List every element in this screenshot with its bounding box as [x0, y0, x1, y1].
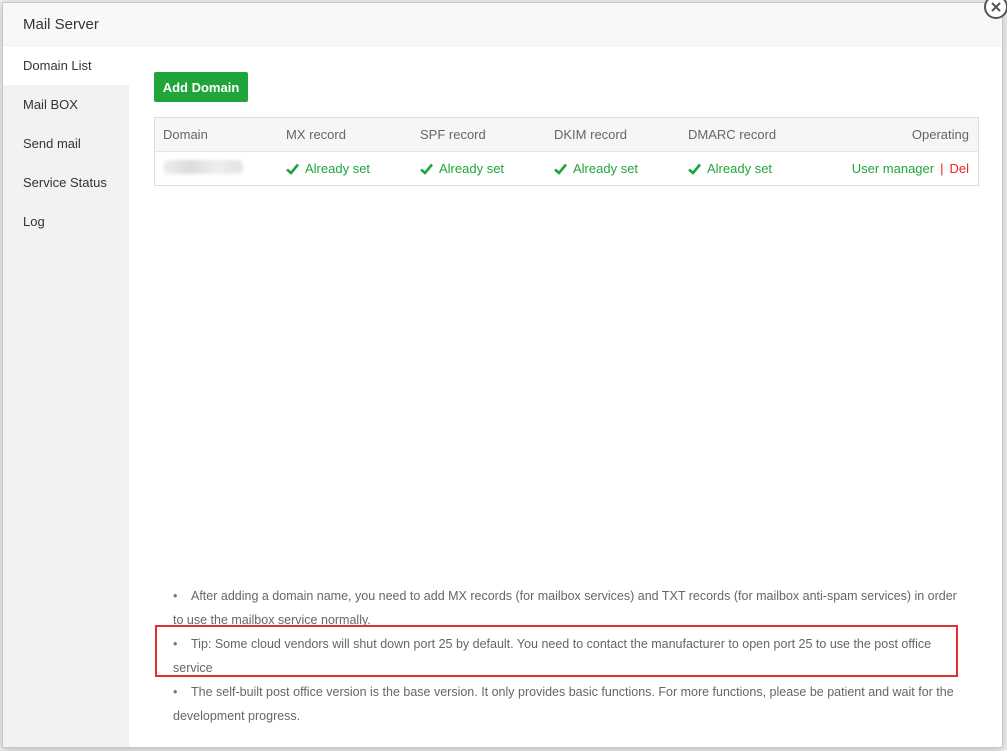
note-item-tip: • Tip: Some cloud vendors will shut down …: [173, 637, 932, 675]
main-content: Add Domain Domain MX record SPF record D…: [129, 46, 1002, 747]
note-text: The self-built post office version is th…: [173, 685, 954, 723]
check-icon: [286, 163, 299, 175]
dmarc-status[interactable]: Already set: [688, 161, 822, 176]
note-text: Tip: Some cloud vendors will shut down p…: [173, 637, 932, 675]
mail-server-dialog: Mail Server Domain List Mail BOX Send ma…: [2, 0, 1007, 748]
domain-table: Domain MX record SPF record DKIM record …: [154, 117, 979, 186]
dmarc-status-label: Already set: [707, 161, 773, 176]
header-domain: Domain: [163, 127, 208, 142]
dialog-title: Mail Server: [3, 3, 1002, 46]
note-item: • After adding a domain name, you need to…: [173, 589, 957, 627]
spf-status[interactable]: Already set: [420, 161, 554, 176]
sidebar: Domain List Mail BOX Send mail Service S…: [3, 46, 129, 747]
domain-cell: [155, 160, 286, 177]
check-icon: [420, 163, 433, 175]
operation-separator: |: [940, 161, 944, 176]
header-spf-record: SPF record: [420, 127, 486, 142]
sidebar-item-log[interactable]: Log: [3, 202, 129, 241]
spf-status-label: Already set: [439, 161, 505, 176]
dkim-status-label: Already set: [573, 161, 639, 176]
table-header: Domain MX record SPF record DKIM record …: [155, 118, 978, 152]
header-operating: Operating: [911, 127, 969, 142]
operating-cell: User manager | Del: [822, 161, 978, 176]
sidebar-item-domain-list[interactable]: Domain List: [3, 46, 129, 85]
table-row: Already set Already set Already set Alre…: [155, 152, 978, 185]
mx-status-label: Already set: [305, 161, 371, 176]
header-dkim-record: DKIM record: [554, 127, 627, 142]
close-icon: [991, 2, 1001, 12]
check-icon: [688, 163, 701, 175]
sidebar-item-mail-box[interactable]: Mail BOX: [3, 85, 129, 124]
add-domain-button[interactable]: Add Domain: [154, 72, 248, 102]
note-text: After adding a domain name, you need to …: [173, 589, 957, 627]
dkim-status[interactable]: Already set: [554, 161, 688, 176]
check-icon: [554, 163, 567, 175]
delete-link[interactable]: Del: [949, 161, 969, 176]
mx-status[interactable]: Already set: [286, 161, 420, 176]
redacted-domain: [163, 160, 243, 174]
header-mx-record: MX record: [286, 127, 346, 142]
note-item: • The self-built post office version is t…: [173, 685, 954, 723]
close-button[interactable]: [984, 0, 1007, 19]
sidebar-item-service-status[interactable]: Service Status: [3, 163, 129, 202]
header-dmarc-record: DMARC record: [688, 127, 777, 142]
sidebar-item-send-mail[interactable]: Send mail: [3, 124, 129, 163]
help-notes: • After adding a domain name, you need to…: [173, 584, 963, 728]
user-manager-link[interactable]: User manager: [852, 161, 934, 176]
